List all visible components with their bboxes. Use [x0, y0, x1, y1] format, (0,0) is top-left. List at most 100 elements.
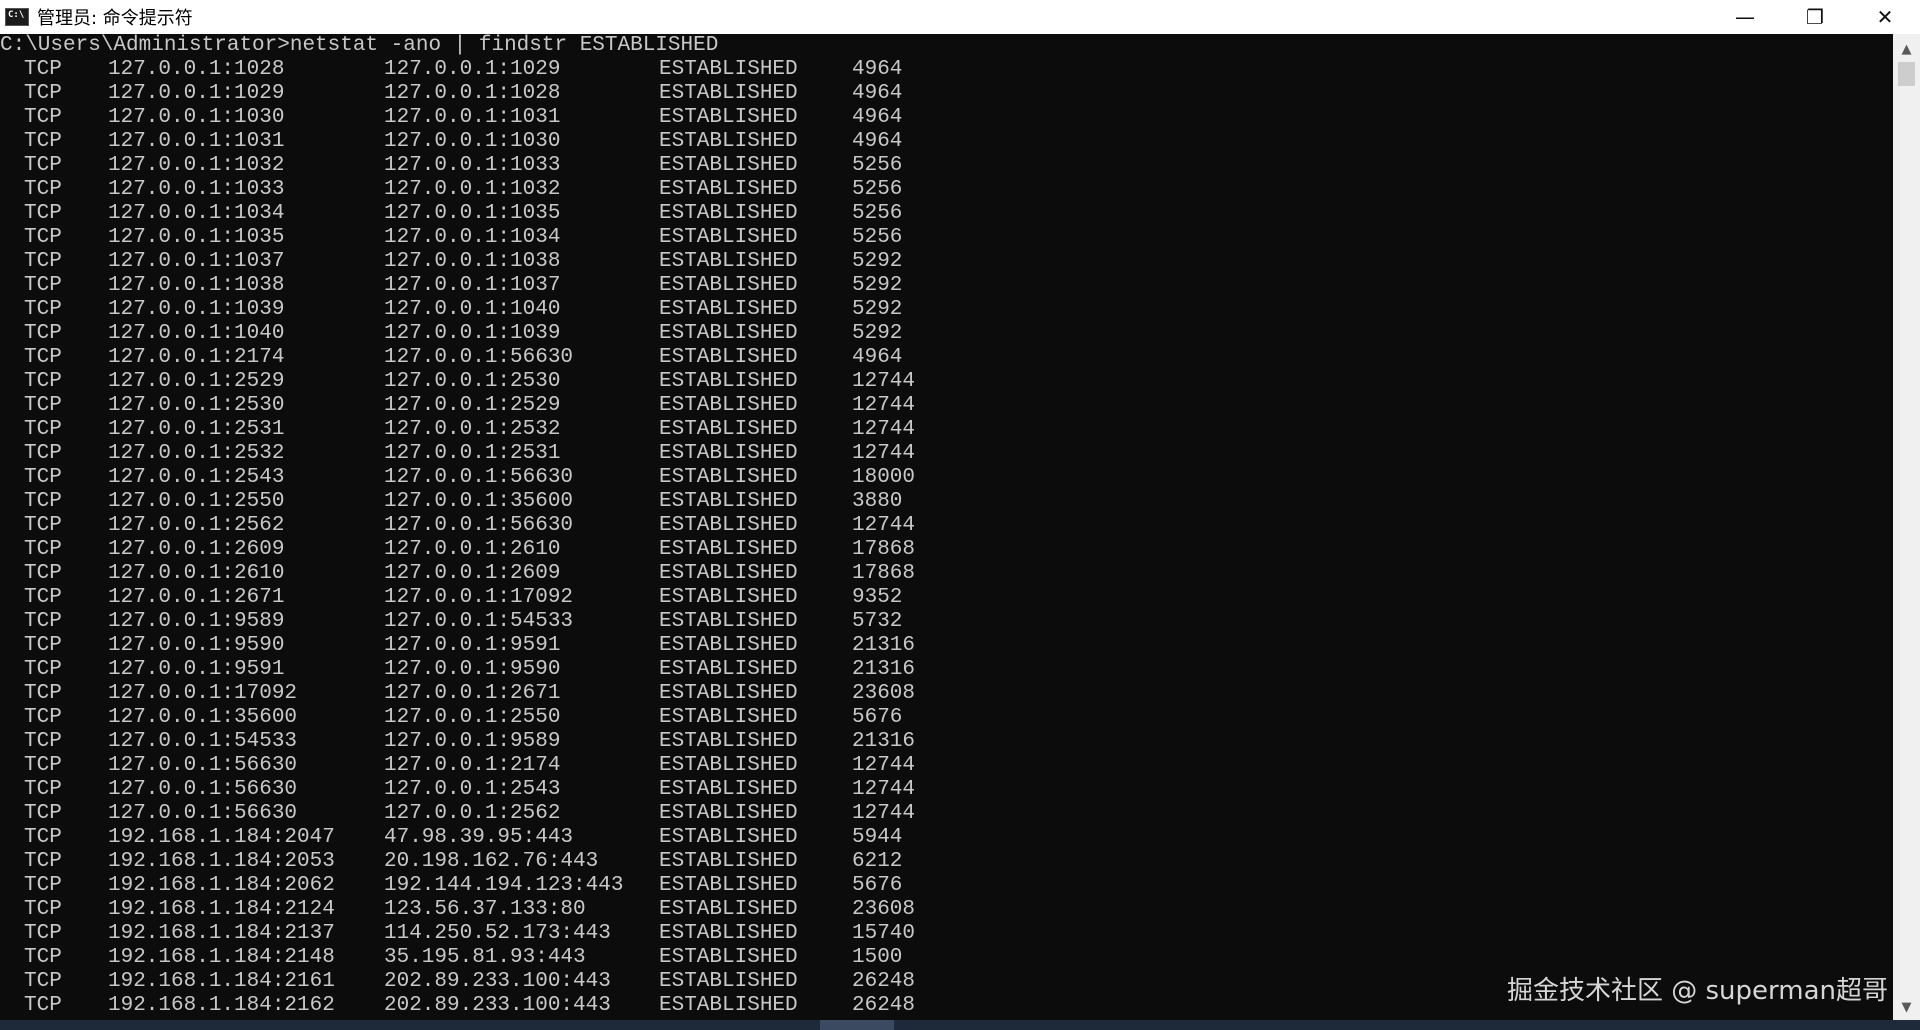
cell-state: ESTABLISHED	[659, 946, 798, 969]
cell-pid: 12744	[852, 442, 916, 465]
cell-local: 127.0.0.1:2530	[108, 394, 285, 417]
cell-foreign: 127.0.0.1:35600	[384, 490, 574, 513]
cell-proto: TCP	[24, 178, 62, 201]
scroll-up-arrow-icon[interactable]: ▲	[1893, 38, 1920, 60]
cell-foreign: 127.0.0.1:2671	[384, 682, 561, 705]
cell-state: ESTABLISHED	[659, 250, 798, 273]
cell-state: ESTABLISHED	[659, 418, 798, 441]
cell-local: 192.168.1.184:2137	[108, 922, 335, 945]
cell-proto: TCP	[24, 730, 62, 753]
console-output[interactable]: C:\Users\Administrator>netstat -ano | fi…	[0, 34, 1893, 1020]
cell-proto: TCP	[24, 490, 62, 513]
cell-pid: 21316	[852, 658, 916, 681]
cell-state: ESTABLISHED	[659, 514, 798, 537]
cell-pid: 5292	[852, 322, 903, 345]
cell-local: 192.168.1.184:2047	[108, 826, 335, 849]
cell-proto: TCP	[24, 922, 62, 945]
cell-proto: TCP	[24, 970, 62, 993]
cell-foreign: 127.0.0.1:1038	[384, 250, 561, 273]
cell-foreign: 127.0.0.1:1037	[384, 274, 561, 297]
close-button[interactable]: ✕	[1850, 0, 1920, 34]
cell-proto: TCP	[24, 802, 62, 825]
cell-proto: TCP	[24, 586, 62, 609]
cell-pid: 21316	[852, 730, 916, 753]
cell-foreign: 127.0.0.1:2174	[384, 754, 561, 777]
cell-state: ESTABLISHED	[659, 442, 798, 465]
cell-proto: TCP	[24, 58, 62, 81]
cell-pid: 4964	[852, 346, 903, 369]
cell-foreign: 127.0.0.1:2532	[384, 418, 561, 441]
cell-proto: TCP	[24, 682, 62, 705]
minimize-button[interactable]: —	[1710, 0, 1780, 34]
cell-state: ESTABLISHED	[659, 634, 798, 657]
cell-proto: TCP	[24, 562, 62, 585]
taskbar-active-item[interactable]	[820, 1020, 894, 1030]
cell-foreign: 127.0.0.1:2531	[384, 442, 561, 465]
cell-local: 127.0.0.1:2531	[108, 418, 285, 441]
cell-foreign: 127.0.0.1:1031	[384, 106, 561, 129]
cell-pid: 26248	[852, 994, 916, 1017]
cell-foreign: 127.0.0.1:1028	[384, 82, 561, 105]
cell-local: 127.0.0.1:1040	[108, 322, 285, 345]
cell-pid: 9352	[852, 586, 903, 609]
cell-state: ESTABLISHED	[659, 730, 798, 753]
cell-pid: 18000	[852, 466, 916, 489]
cell-state: ESTABLISHED	[659, 226, 798, 249]
cell-pid: 5944	[852, 826, 903, 849]
cell-state: ESTABLISHED	[659, 874, 798, 897]
cell-local: 127.0.0.1:17092	[108, 682, 298, 705]
cell-state: ESTABLISHED	[659, 346, 798, 369]
cell-pid: 4964	[852, 130, 903, 153]
cell-pid: 12744	[852, 802, 916, 825]
cell-state: ESTABLISHED	[659, 274, 798, 297]
cell-local: 127.0.0.1:56630	[108, 778, 298, 801]
scroll-thumb[interactable]	[1898, 62, 1915, 86]
cell-proto: TCP	[24, 418, 62, 441]
cell-state: ESTABLISHED	[659, 658, 798, 681]
vertical-scrollbar[interactable]: ▲ ▼	[1893, 34, 1920, 1020]
cell-pid: 6212	[852, 850, 903, 873]
cell-local: 192.168.1.184:2162	[108, 994, 335, 1017]
cell-foreign: 127.0.0.1:1040	[384, 298, 561, 321]
cell-pid: 12744	[852, 778, 916, 801]
cell-local: 192.168.1.184:2148	[108, 946, 335, 969]
cell-local: 127.0.0.1:1031	[108, 130, 285, 153]
cell-proto: TCP	[24, 370, 62, 393]
cell-proto: TCP	[24, 202, 62, 225]
cell-pid: 23608	[852, 898, 916, 921]
cell-pid: 5676	[852, 706, 903, 729]
cell-pid: 12744	[852, 514, 916, 537]
cell-state: ESTABLISHED	[659, 682, 798, 705]
cell-state: ESTABLISHED	[659, 154, 798, 177]
cell-foreign: 127.0.0.1:1029	[384, 58, 561, 81]
cell-pid: 4964	[852, 58, 903, 81]
cell-local: 127.0.0.1:2532	[108, 442, 285, 465]
cell-proto: TCP	[24, 826, 62, 849]
cell-local: 192.168.1.184:2124	[108, 898, 335, 921]
scroll-down-arrow-icon[interactable]: ▼	[1893, 996, 1920, 1018]
cell-foreign: 114.250.52.173:443	[384, 922, 611, 945]
cell-pid: 21316	[852, 634, 916, 657]
cell-state: ESTABLISHED	[659, 466, 798, 489]
cell-pid: 17868	[852, 562, 916, 585]
cmd-app-icon	[5, 8, 29, 26]
cell-state: ESTABLISHED	[659, 754, 798, 777]
cell-foreign: 20.198.162.76:443	[384, 850, 599, 873]
cell-state: ESTABLISHED	[659, 706, 798, 729]
restore-button[interactable]: ❐	[1780, 0, 1850, 34]
cell-proto: TCP	[24, 346, 62, 369]
cell-local: 127.0.0.1:2543	[108, 466, 285, 489]
window-controls: — ❐ ✕	[1710, 0, 1920, 34]
cell-proto: TCP	[24, 538, 62, 561]
cell-pid: 4964	[852, 106, 903, 129]
cell-foreign: 127.0.0.1:1039	[384, 322, 561, 345]
cell-foreign: 127.0.0.1:17092	[384, 586, 574, 609]
cell-foreign: 127.0.0.1:9590	[384, 658, 561, 681]
cell-foreign: 127.0.0.1:56630	[384, 346, 574, 369]
cell-local: 127.0.0.1:1037	[108, 250, 285, 273]
cell-pid: 15740	[852, 922, 916, 945]
watermark: 掘金技术社区 @ superman超哥	[1506, 976, 1888, 1006]
cell-local: 127.0.0.1:9590	[108, 634, 285, 657]
cell-foreign: 127.0.0.1:9589	[384, 730, 561, 753]
title-bar: 管理员: 命令提示符 — ❐ ✕	[0, 0, 1920, 34]
